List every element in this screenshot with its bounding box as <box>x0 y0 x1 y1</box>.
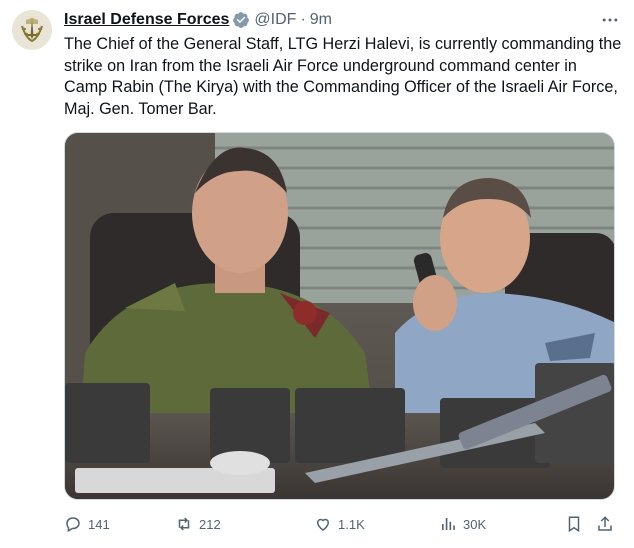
photo-image <box>65 133 614 499</box>
repost-icon <box>178 517 190 531</box>
views-icon <box>442 518 455 530</box>
timestamp[interactable]: 9m <box>310 9 332 30</box>
share-icon[interactable] <box>596 515 614 533</box>
reply-icon <box>66 517 80 533</box>
repost-button[interactable]: 212 <box>175 512 221 536</box>
verified-badge-icon <box>233 11 250 28</box>
separator-dot: · <box>300 11 306 28</box>
tweet-actions: 141 212 1.1K 30K <box>64 512 616 536</box>
tweet-header: Israel Defense Forces @IDF · 9m <box>64 9 594 30</box>
repost-count: 212 <box>199 516 221 532</box>
tweet-text: The Chief of the General Staff, LTG Herz… <box>64 35 622 118</box>
bookmark-icon[interactable] <box>565 515 583 533</box>
avatar[interactable] <box>12 10 52 50</box>
reply-button[interactable]: 141 <box>64 512 110 536</box>
like-button[interactable]: 1.1K <box>314 512 365 536</box>
more-options-icon[interactable] <box>600 10 620 30</box>
tweet-photo[interactable] <box>64 132 615 500</box>
author-handle[interactable]: @IDF <box>254 9 296 30</box>
like-count: 1.1K <box>338 516 365 532</box>
views-button[interactable]: 30K <box>439 512 486 536</box>
author-name[interactable]: Israel Defense Forces <box>64 9 229 30</box>
view-count: 30K <box>463 516 487 532</box>
like-icon <box>316 518 330 531</box>
reply-count: 141 <box>88 516 110 532</box>
idf-logo-icon <box>12 10 52 50</box>
tweet[interactable]: Israel Defense Forces @IDF · 9m The Chie… <box>0 0 634 548</box>
